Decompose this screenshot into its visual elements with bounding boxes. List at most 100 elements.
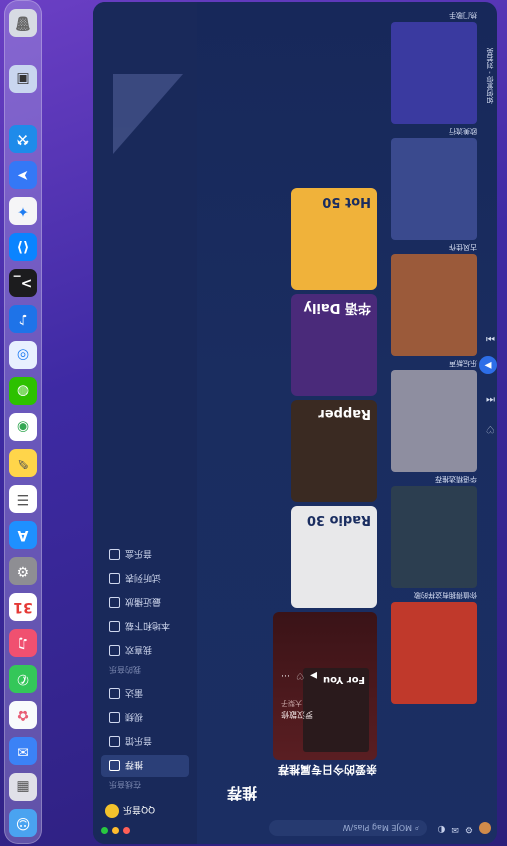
avatar[interactable] [479,822,491,834]
nav-section-mine: 我的音乐 [109,665,141,674]
sidebar-nav: 在线音乐 推荐 音乐馆 视频 雷达 我的音乐 我喜欢 本地和下载 最近播放 试听… [101,542,189,798]
sidebar-item-liked[interactable]: 我喜欢 [101,640,189,662]
sidebar: QQ音乐 在线音乐 推荐 音乐馆 视频 雷达 我的音乐 我喜欢 本地和下载 最近… [93,2,197,844]
feature-cover-text: For You [322,674,365,685]
skin-icon[interactable]: ◐ [438,822,446,834]
wechat-icon[interactable]: ◍ [9,377,37,405]
xcode-icon[interactable]: ⚒ [9,125,37,153]
heart-icon[interactable]: ♡ [486,423,495,434]
decorative-shapes [113,74,183,154]
sidebar-item-box[interactable]: 音乐盒 [101,544,189,566]
playlist-card[interactable]: 华语 Daily [291,294,377,396]
appstore-icon[interactable]: A [9,521,37,549]
terminal-icon[interactable]: >_ [9,269,37,297]
brand-name: QQ音乐 [123,804,156,815]
playlist-cover[interactable] [391,254,477,356]
daily-recommend-card[interactable]: For You 罗汉散修 大梨子 ▶ ♡ ⋯ [273,612,377,760]
playlist-cover[interactable] [391,602,477,704]
finder-icon[interactable]: ☺ [9,809,37,837]
app-window: QQ音乐 在线音乐 推荐 音乐馆 视频 雷达 我的音乐 我喜欢 本地和下载 最近… [93,2,497,844]
heart-icon [109,645,120,657]
radar-icon [109,688,120,700]
prev-icon[interactable]: ⏮ [486,393,495,404]
sidebar-item-video[interactable]: 视频 [101,707,189,729]
playlist-cover[interactable] [391,22,477,124]
sidebar-item-radar[interactable]: 雷达 [101,683,189,705]
sidebar-item-label: 最近播放 [125,596,162,607]
playlist-label: Hot 50 [322,194,371,209]
window-controls [101,827,130,834]
heart-icon[interactable]: ♡ [296,670,304,680]
playlist-card[interactable]: Hot 50 [291,188,377,290]
search-icon: ⌕ [411,824,419,833]
minimize-button[interactable] [112,827,119,834]
brand-logo: QQ音乐 [105,804,155,818]
playlist-label: Rapper [318,406,371,421]
playlist-caption: 乐坛新声 [449,359,477,367]
safari-icon[interactable]: ◎ [9,341,37,369]
sidebar-item-local[interactable]: 本地和下载 [101,616,189,638]
vscode-icon[interactable]: ⟨⟩ [9,233,37,261]
playlist-caption: 古风佳作 [449,243,477,251]
chrome-icon[interactable]: ◉ [9,413,37,441]
playlist-caption: 华语精选推荐 [435,475,477,483]
sidebar-item-recommend[interactable]: 推荐 [101,755,189,777]
feature-artist: 大梨子 [281,699,302,707]
playlist-card[interactable]: Radio 30 [291,506,377,608]
sidebar-item-recent[interactable]: 最近播放 [101,592,189,614]
mail-icon[interactable]: ✉ [9,737,37,765]
playlist-caption: 热门歌手 [449,11,477,19]
top-actions: ⚙ ✉ ◐ [438,822,491,834]
dingtalk-icon[interactable]: ✦ [9,197,37,225]
playlist-cover[interactable] [391,370,477,472]
playlist-card[interactable]: Rapper [291,400,377,502]
preview-icon[interactable]: ▣ [9,65,37,93]
top-bar: ⚙ ✉ ◐ ⌕ MOJE Mag Plas/W [197,812,497,844]
photos-icon[interactable]: ✿ [9,701,37,729]
play-icon[interactable]: ▶ [310,670,317,680]
dock: ☺ ▦ ✉ ✿ ✆ ♫ 31 ⚙ A ☰ ✎ ◉ ◍ ◎ ♪ >_ ⟨⟩ ✦ ➤… [4,0,42,844]
search-input[interactable]: ⌕ MOJE Mag Plas/W [269,820,427,836]
nav-section-online: 在线音乐 [109,780,141,789]
page-title: 推荐 [226,784,257,802]
qqmusic-icon[interactable]: ♪ [9,305,37,333]
main-pane: ⚙ ✉ ◐ ⌕ MOJE Mag Plas/W 推荐 亲爱的今日专属推荐 For… [197,2,497,844]
zoom-button[interactable] [101,827,108,834]
next-icon[interactable]: ⏭ [486,333,495,344]
settings-icon[interactable]: ⚙ [465,822,473,834]
clock-icon [109,597,120,609]
video-icon [109,712,120,724]
notes-icon[interactable]: ✎ [9,449,37,477]
mail-icon[interactable]: ✉ [451,822,459,834]
maps-icon[interactable]: ➤ [9,161,37,189]
section-title: 亲爱的今日专属推荐 [278,763,377,776]
sidebar-item-label: 本地和下载 [125,620,171,631]
playlist-caption: 你值得拥有这样的歌 [414,591,477,599]
sidebar-item-label: 试听列表 [125,572,162,583]
sidebar-item-label: 音乐盒 [125,548,153,559]
sidebar-item-label: 我喜欢 [125,644,153,655]
playlist-caption: 欧美流行 [449,127,477,135]
play-button[interactable]: ▶ [479,356,497,374]
reminders-icon[interactable]: ☰ [9,485,37,513]
launchpad-icon[interactable]: ▦ [9,773,37,801]
trash-icon[interactable]: 🗑 [9,9,37,37]
home-icon [109,760,120,772]
music-icon[interactable]: ♫ [9,629,37,657]
more-icon[interactable]: ⋯ [281,670,290,680]
now-playing-title: 如何爱你 - 刘若英 [486,48,494,104]
settings-icon[interactable]: ⚙ [9,557,37,585]
close-button[interactable] [123,827,130,834]
playlist-label: Radio 30 [306,512,371,527]
screen: QQ音乐 在线音乐 推荐 音乐馆 视频 雷达 我的音乐 我喜欢 本地和下载 最近… [0,0,507,846]
playlist-cover[interactable] [391,138,477,240]
calendar-icon[interactable]: 31 [9,593,37,621]
search-placeholder: MOJE Mag Plas/W [342,823,412,833]
playlist-cover[interactable] [391,486,477,588]
sidebar-item-trial[interactable]: 试听列表 [101,568,189,590]
sidebar-item-library[interactable]: 音乐馆 [101,731,189,753]
box-icon [109,549,120,561]
feature-song-title: 罗汉散修 [281,710,313,719]
messages-icon[interactable]: ✆ [9,665,37,693]
feature-controls: ▶ ♡ ⋯ [281,670,317,680]
